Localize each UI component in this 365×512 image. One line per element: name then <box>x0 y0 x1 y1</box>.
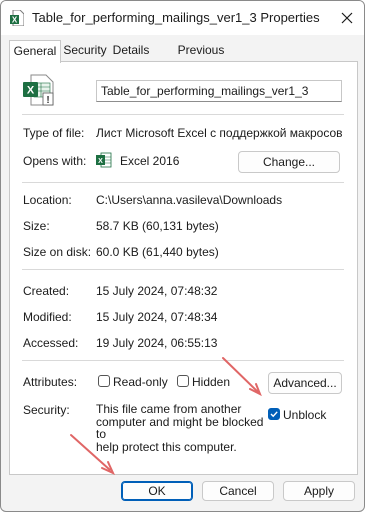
divider <box>22 114 344 115</box>
apply-button[interactable]: Apply <box>283 481 355 501</box>
type-label: Type of file: <box>23 126 85 140</box>
location-value: C:\Users\anna.vasileva\Downloads <box>96 193 283 207</box>
location-label: Location: <box>23 193 72 207</box>
created-label: Created: <box>23 284 70 298</box>
attributes-label: Attributes: <box>23 375 78 389</box>
svg-text:!: ! <box>46 95 49 106</box>
type-value: Лист Microsoft Excel с поддержкой макрос… <box>96 126 346 140</box>
tab-security[interactable]: Security <box>61 41 109 61</box>
security-text-line: This file came from another <box>96 402 242 416</box>
tab-details[interactable]: Details <box>111 41 151 61</box>
svg-text:X: X <box>27 85 35 97</box>
change-button[interactable]: Change... <box>238 151 340 173</box>
advanced-button[interactable]: Advanced... <box>268 372 342 394</box>
divider <box>22 182 344 183</box>
modified-label: Modified: <box>23 310 72 324</box>
divider <box>22 269 344 270</box>
ok-button[interactable]: OK <box>121 481 193 501</box>
size-label: Size: <box>23 219 50 233</box>
close-icon <box>341 12 353 24</box>
read-only-checkbox[interactable] <box>98 375 110 387</box>
cancel-button[interactable]: Cancel <box>202 481 274 501</box>
created-value: 15 July 2024, 07:48:32 <box>96 284 218 298</box>
security-label: Security: <box>23 403 70 417</box>
size-on-disk-value: 60.0 KB (61,440 bytes) <box>96 245 219 259</box>
window-title: Table_for_performing_mailings_ver1_3 Pro… <box>32 10 320 25</box>
svg-text:X: X <box>12 16 18 25</box>
security-text-line: computer and might be blocked to <box>96 414 264 441</box>
excel-app-icon: X <box>96 152 112 168</box>
opens-with-value: Excel 2016 <box>120 154 180 168</box>
opens-with-label: Opens with: <box>23 154 87 168</box>
size-on-disk-label: Size on disk: <box>23 245 92 259</box>
general-panel: X ! Type of file: Лист Microsoft Excel с… <box>9 61 358 475</box>
file-name-field[interactable] <box>96 80 342 102</box>
divider <box>22 360 344 361</box>
unblock-checkbox[interactable] <box>268 408 280 420</box>
read-only-label: Read-only <box>113 375 168 389</box>
hidden-label: Hidden <box>192 375 231 389</box>
svg-text:X: X <box>98 158 103 165</box>
excel-file-icon: X <box>10 10 24 26</box>
close-button[interactable] <box>334 5 360 31</box>
size-value: 58.7 KB (60,131 bytes) <box>96 219 219 233</box>
excel-macro-file-icon: X ! <box>23 74 54 106</box>
tab-previous-versions[interactable]: Previous Versions <box>155 41 247 76</box>
modified-value: 15 July 2024, 07:48:34 <box>96 310 218 324</box>
accessed-value: 19 July 2024, 06:55:13 <box>96 336 218 350</box>
checkmark-icon <box>270 411 278 418</box>
accessed-label: Accessed: <box>23 336 79 350</box>
security-warning-text: This file came from another computer and… <box>96 403 271 453</box>
security-text-line: help protect this computer. <box>96 439 237 454</box>
properties-dialog: X Table_for_performing_mailings_ver1_3 P… <box>0 0 365 512</box>
tab-general[interactable]: General <box>9 40 61 63</box>
title-bar: X Table_for_performing_mailings_ver1_3 P… <box>1 1 364 35</box>
unblock-label: Unblock <box>283 408 327 422</box>
hidden-checkbox[interactable] <box>177 375 189 387</box>
